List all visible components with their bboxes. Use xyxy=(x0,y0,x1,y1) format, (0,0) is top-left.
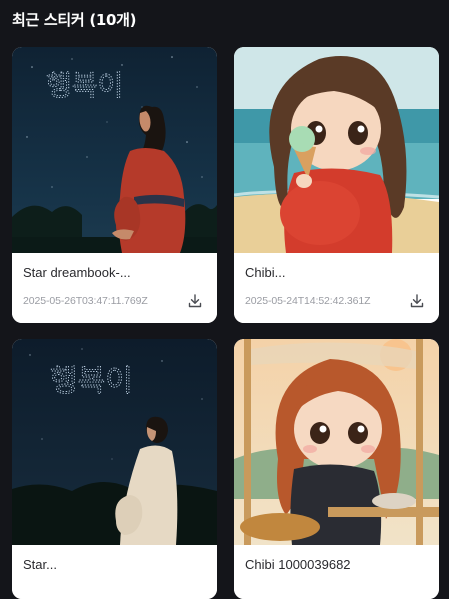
page-title: 최근 스티커 (10개) xyxy=(12,11,137,29)
sticker-date: 2025-05-24T14:52:42.361Z xyxy=(245,295,371,307)
download-icon[interactable] xyxy=(187,293,203,309)
sticker-image[interactable] xyxy=(234,339,439,545)
sticker-date: 2025-05-26T03:47:11.769Z xyxy=(23,295,148,307)
sticker-title: Chibi 1000039682 xyxy=(245,557,351,572)
sticker-title: Star... xyxy=(23,557,57,572)
sticker-image[interactable]: 행복이 xyxy=(12,47,217,253)
sticker-card[interactable]: Chibi... 2025-05-24T14:52:42.361Z xyxy=(234,47,439,323)
sticker-title: Star dreambook-... xyxy=(23,265,131,280)
sky-text: 행복이 xyxy=(46,69,123,102)
sticker-card[interactable]: Chibi 1000039682 xyxy=(234,339,439,599)
sticker-image[interactable]: 행복이 xyxy=(12,339,217,545)
sticker-image[interactable] xyxy=(234,47,439,253)
sticker-title: Chibi... xyxy=(245,265,286,280)
sticker-card[interactable]: 행복이 Star dreambook-... 2025-05-26T03:47:… xyxy=(12,47,217,323)
sky-text: 행복이 xyxy=(50,364,133,399)
sticker-card[interactable]: 행복이 Star... xyxy=(12,339,217,599)
download-icon[interactable] xyxy=(409,293,425,309)
